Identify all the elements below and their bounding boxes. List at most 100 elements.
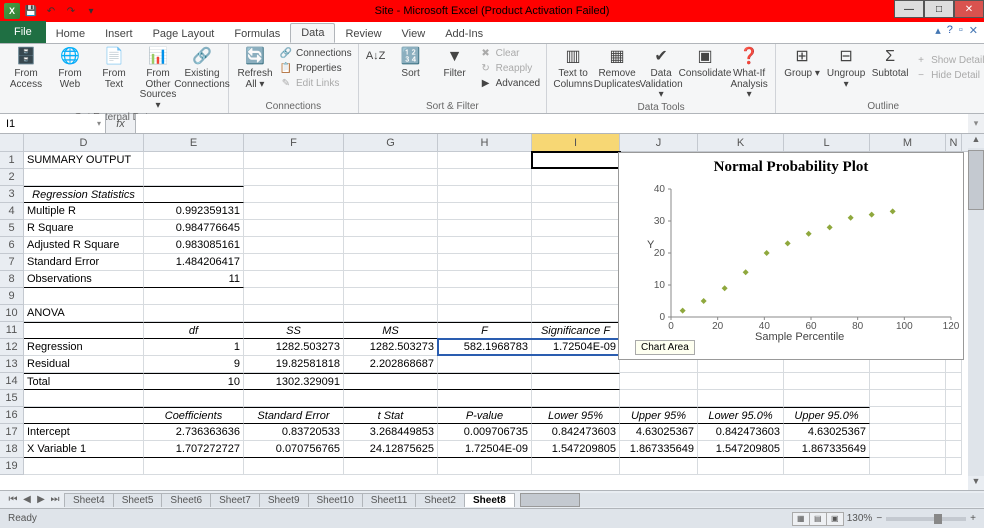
cell-N17[interactable] bbox=[946, 424, 962, 441]
cell-D19[interactable] bbox=[24, 458, 144, 475]
cell-H6[interactable] bbox=[438, 237, 532, 254]
cell-E13[interactable]: 9 bbox=[144, 356, 244, 373]
cell-G5[interactable] bbox=[344, 220, 438, 237]
row-header-13[interactable]: 13 bbox=[0, 356, 24, 373]
cell-H18[interactable]: 1.72504E-09 bbox=[438, 441, 532, 458]
cell-E10[interactable] bbox=[144, 305, 244, 322]
cell-F18[interactable]: 0.070756765 bbox=[244, 441, 344, 458]
cell-F1[interactable] bbox=[244, 152, 344, 169]
scroll-down-icon[interactable]: ▼ bbox=[968, 476, 984, 490]
cell-H14[interactable] bbox=[438, 373, 532, 390]
cell-H2[interactable] bbox=[438, 169, 532, 186]
cell-I10[interactable] bbox=[532, 305, 620, 322]
row-header-17[interactable]: 17 bbox=[0, 424, 24, 441]
cell-F8[interactable] bbox=[244, 271, 344, 288]
cell-M16[interactable] bbox=[870, 407, 946, 424]
ungroup-button[interactable]: ⊟Ungroup ▾ bbox=[826, 46, 866, 90]
from-access-button[interactable]: 🗄️From Access bbox=[6, 46, 46, 111]
cell-J14[interactable] bbox=[620, 373, 698, 390]
cell-F13[interactable]: 19.82581818 bbox=[244, 356, 344, 373]
cell-K15[interactable] bbox=[698, 390, 784, 407]
row-header-10[interactable]: 10 bbox=[0, 305, 24, 322]
from-other-sources-button[interactable]: 📊From Other Sources ▾ bbox=[138, 46, 178, 111]
cell-N14[interactable] bbox=[946, 373, 962, 390]
cell-F14[interactable]: 1302.329091 bbox=[244, 373, 344, 390]
row-header-9[interactable]: 9 bbox=[0, 288, 24, 305]
cell-I12[interactable]: 1.72504E-09 bbox=[532, 339, 620, 356]
cell-D10[interactable]: ANOVA bbox=[24, 305, 144, 322]
cell-F15[interactable] bbox=[244, 390, 344, 407]
cell-H12[interactable]: 582.1968783 bbox=[438, 339, 532, 356]
from-web-button[interactable]: 🌐From Web bbox=[50, 46, 90, 111]
cell-E1[interactable] bbox=[144, 152, 244, 169]
tab-home[interactable]: Home bbox=[46, 25, 95, 43]
tab-addins[interactable]: Add-Ins bbox=[435, 25, 493, 43]
cell-D3[interactable]: Regression Statistics bbox=[24, 186, 144, 203]
col-header-D[interactable]: D bbox=[24, 134, 144, 151]
maximize-button[interactable]: □ bbox=[924, 0, 954, 18]
col-header-M[interactable]: M bbox=[870, 134, 946, 151]
cell-D6[interactable]: Adjusted R Square bbox=[24, 237, 144, 254]
cell-G3[interactable] bbox=[344, 186, 438, 203]
cell-D11[interactable] bbox=[24, 322, 144, 339]
cell-I16[interactable]: Lower 95% bbox=[532, 407, 620, 424]
properties-button[interactable]: 📋Properties bbox=[279, 61, 352, 75]
cell-L15[interactable] bbox=[784, 390, 870, 407]
sheet-tab-sheet10[interactable]: Sheet10 bbox=[308, 493, 363, 507]
cell-K17[interactable]: 0.842473603 bbox=[698, 424, 784, 441]
text-to-columns-button[interactable]: ▥Text to Columns bbox=[553, 46, 593, 101]
tab-page-layout[interactable]: Page Layout bbox=[143, 25, 225, 43]
scroll-up-icon[interactable]: ▲ bbox=[968, 134, 984, 148]
cell-L19[interactable] bbox=[784, 458, 870, 475]
cell-I9[interactable] bbox=[532, 288, 620, 305]
group-button[interactable]: ⊞Group ▾ bbox=[782, 46, 822, 90]
cell-E16[interactable]: Coefficients bbox=[144, 407, 244, 424]
sheet-tab-sheet7[interactable]: Sheet7 bbox=[210, 493, 260, 507]
row-header-14[interactable]: 14 bbox=[0, 373, 24, 390]
cell-I4[interactable] bbox=[532, 203, 620, 220]
cell-D9[interactable] bbox=[24, 288, 144, 305]
qat-undo-icon[interactable]: ↶ bbox=[42, 2, 60, 20]
cell-F9[interactable] bbox=[244, 288, 344, 305]
help-icon[interactable]: ? bbox=[947, 24, 953, 37]
cell-D17[interactable]: Intercept bbox=[24, 424, 144, 441]
expand-formula-icon[interactable]: ▾ bbox=[968, 114, 984, 133]
cell-M17[interactable] bbox=[870, 424, 946, 441]
tab-review[interactable]: Review bbox=[335, 25, 391, 43]
row-header-16[interactable]: 16 bbox=[0, 407, 24, 424]
spreadsheet-grid[interactable]: DEFGHIJKLMN 1SUMMARY OUTPUT23Regression … bbox=[0, 134, 984, 490]
qat-customize-icon[interactable]: ▾ bbox=[82, 2, 100, 20]
cell-H5[interactable] bbox=[438, 220, 532, 237]
data-validation-button[interactable]: ✔Data Validation ▾ bbox=[641, 46, 681, 101]
embedded-chart[interactable]: Normal Probability Plot Y 02040608010012… bbox=[618, 152, 964, 360]
cell-F10[interactable] bbox=[244, 305, 344, 322]
cell-L14[interactable] bbox=[784, 373, 870, 390]
tab-insert[interactable]: Insert bbox=[95, 25, 143, 43]
cell-I1[interactable] bbox=[532, 152, 620, 169]
sheet-tab-sheet2[interactable]: Sheet2 bbox=[415, 493, 465, 507]
cell-E8[interactable]: 11 bbox=[144, 271, 244, 288]
cell-H13[interactable] bbox=[438, 356, 532, 373]
cell-E7[interactable]: 1.484206417 bbox=[144, 254, 244, 271]
col-header-N[interactable]: N bbox=[946, 134, 962, 151]
sheet-tab-sheet11[interactable]: Sheet11 bbox=[362, 493, 417, 507]
cell-M19[interactable] bbox=[870, 458, 946, 475]
cell-N15[interactable] bbox=[946, 390, 962, 407]
cell-K14[interactable] bbox=[698, 373, 784, 390]
cell-H15[interactable] bbox=[438, 390, 532, 407]
qat-save-icon[interactable]: 💾 bbox=[22, 2, 40, 20]
fx-icon[interactable]: fx bbox=[106, 114, 136, 133]
cell-I17[interactable]: 0.842473603 bbox=[532, 424, 620, 441]
cell-J19[interactable] bbox=[620, 458, 698, 475]
cell-M15[interactable] bbox=[870, 390, 946, 407]
remove-duplicates-button[interactable]: ▦Remove Duplicates bbox=[597, 46, 637, 101]
cell-E17[interactable]: 2.736363636 bbox=[144, 424, 244, 441]
row-header-8[interactable]: 8 bbox=[0, 271, 24, 288]
cell-H19[interactable] bbox=[438, 458, 532, 475]
zoom-in-button[interactable]: + bbox=[970, 513, 976, 524]
cell-I19[interactable] bbox=[532, 458, 620, 475]
cell-G15[interactable] bbox=[344, 390, 438, 407]
tab-view[interactable]: View bbox=[392, 25, 436, 43]
cell-E11[interactable]: df bbox=[144, 322, 244, 339]
col-header-K[interactable]: K bbox=[698, 134, 784, 151]
